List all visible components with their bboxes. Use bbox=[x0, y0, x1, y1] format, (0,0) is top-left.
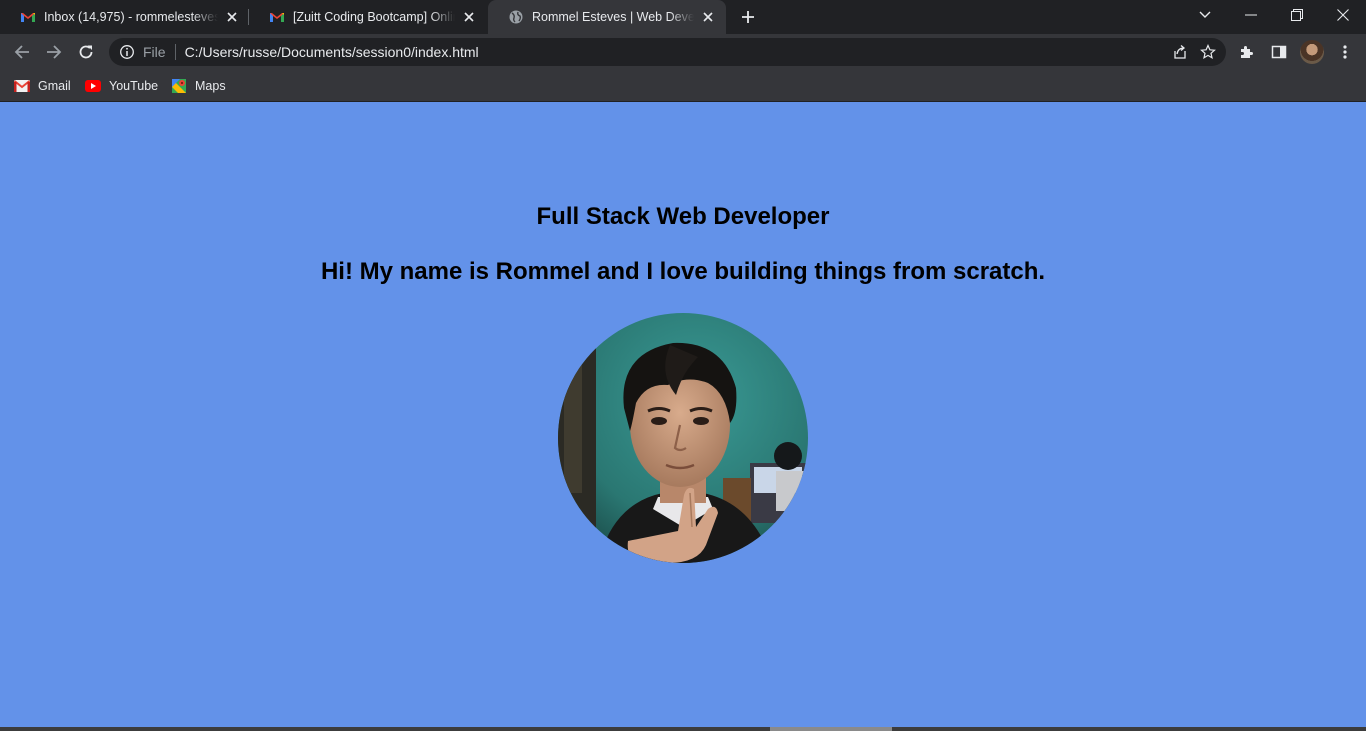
tab-rommel-esteves[interactable]: Rommel Esteves | Web Developer bbox=[488, 0, 726, 34]
share-button[interactable] bbox=[1166, 38, 1194, 66]
tab-strip: Inbox (14,975) - rommelesteves6 [Zuitt C… bbox=[0, 0, 1366, 34]
share-icon bbox=[1174, 45, 1186, 59]
intro-heading: Hi! My name is Rommel and I love buildin… bbox=[320, 258, 1046, 285]
gmail-icon bbox=[21, 13, 35, 22]
extensions-button[interactable] bbox=[1233, 38, 1261, 66]
profile-photo bbox=[558, 313, 808, 563]
bookmark-label: Maps bbox=[195, 79, 226, 93]
tab-title: Rommel Esteves | Web Developer bbox=[532, 10, 694, 24]
address-bar[interactable]: File C:/Users/russe/Documents/session0/i… bbox=[109, 38, 1226, 66]
forward-button[interactable] bbox=[40, 38, 68, 66]
tab-inbox[interactable]: Inbox (14,975) - rommelesteves6 bbox=[0, 0, 250, 34]
back-button[interactable] bbox=[8, 38, 36, 66]
bookmarks-bar: Gmail YouTube Maps bbox=[0, 70, 1366, 102]
minimize-button[interactable] bbox=[1228, 0, 1274, 30]
role-heading: Full Stack Web Developer bbox=[536, 203, 830, 230]
star-icon bbox=[1200, 44, 1216, 60]
arrow-left-icon bbox=[14, 45, 29, 59]
arrow-right-icon bbox=[47, 45, 62, 59]
close-icon[interactable] bbox=[700, 9, 716, 25]
browser-toolbar: File C:/Users/russe/Documents/session0/i… bbox=[0, 34, 1366, 70]
gmail-icon bbox=[270, 13, 284, 22]
maps-icon bbox=[172, 79, 186, 93]
bookmark-label: YouTube bbox=[109, 79, 159, 93]
page-viewport: Full Stack Web Developer Hi! My name is … bbox=[0, 102, 1366, 731]
bookmark-label: Gmail bbox=[38, 79, 71, 93]
side-panel-icon bbox=[1271, 45, 1287, 59]
chevron-down-icon bbox=[1199, 11, 1211, 18]
side-panel-button[interactable] bbox=[1265, 38, 1293, 66]
gmail-icon bbox=[14, 80, 30, 92]
restore-icon bbox=[1291, 9, 1303, 21]
new-tab-button[interactable] bbox=[736, 5, 760, 29]
profile-photo-image bbox=[558, 313, 808, 563]
bookmark-gmail[interactable]: Gmail bbox=[14, 76, 71, 96]
url-text[interactable]: C:/Users/russe/Documents/session0/index.… bbox=[185, 44, 1166, 60]
globe-icon bbox=[509, 10, 523, 24]
window-close-button[interactable] bbox=[1320, 0, 1366, 30]
bookmark-maps[interactable]: Maps bbox=[171, 76, 226, 96]
restore-button[interactable] bbox=[1274, 0, 1320, 30]
reload-icon bbox=[79, 45, 93, 59]
close-icon bbox=[1337, 9, 1349, 21]
scrollbar-thumb[interactable] bbox=[770, 727, 892, 731]
tab-title: Inbox (14,975) - rommelesteves6 bbox=[44, 10, 218, 24]
bookmark-youtube[interactable]: YouTube bbox=[85, 76, 158, 96]
youtube-icon bbox=[85, 80, 101, 92]
tab-title: [Zuitt Coding Bootcamp] Online bbox=[293, 10, 455, 24]
more-vert-icon bbox=[1343, 45, 1347, 59]
info-icon[interactable] bbox=[119, 44, 135, 60]
minimize-icon bbox=[1245, 14, 1257, 16]
menu-button[interactable] bbox=[1331, 38, 1359, 66]
close-icon[interactable] bbox=[224, 9, 240, 25]
url-scheme-label: File bbox=[143, 44, 166, 60]
close-icon[interactable] bbox=[461, 9, 477, 25]
bookmark-star-button[interactable] bbox=[1194, 38, 1222, 66]
profile-avatar[interactable] bbox=[1300, 40, 1324, 64]
horizontal-scrollbar[interactable] bbox=[0, 727, 1366, 731]
tab-zuitt[interactable]: [Zuitt Coding Bootcamp] Online bbox=[249, 0, 487, 34]
address-divider bbox=[174, 44, 176, 60]
reload-button[interactable] bbox=[72, 38, 100, 66]
puzzle-icon bbox=[1241, 46, 1253, 58]
tab-search-button[interactable] bbox=[1182, 0, 1228, 30]
plus-icon bbox=[742, 11, 754, 23]
